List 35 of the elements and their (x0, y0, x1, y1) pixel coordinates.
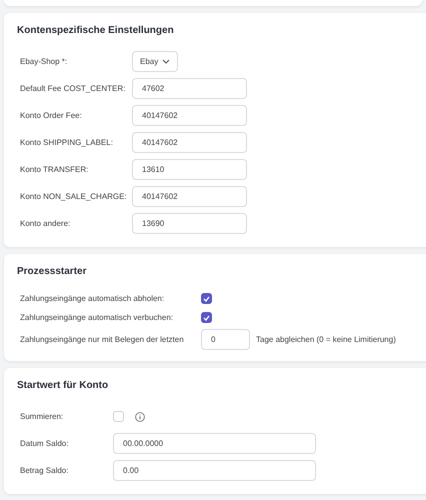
field-label: Zahlungseingänge automatisch verbuchen: (20, 313, 174, 322)
checkbox[interactable] (113, 411, 124, 422)
input-field[interactable]: 13690 (132, 213, 247, 234)
input-field[interactable]: 0 (201, 328, 250, 350)
dropdown-value: Ebay (140, 57, 158, 66)
check-icon (203, 296, 210, 302)
input-field[interactable]: 13610 (132, 159, 247, 180)
field-label: Datum Saldo: (20, 439, 70, 448)
field-label: Ebay-Shop *: (20, 57, 68, 66)
field-label: Default Fee COST_CENTER: (20, 84, 126, 93)
input-field[interactable]: 40147602 (132, 132, 247, 153)
section-title: Kontenspezifische Einstellungen (17, 25, 175, 36)
field-label: Konto NON_SALE_CHARGE: (20, 192, 128, 201)
checkbox[interactable] (201, 293, 212, 304)
section-title: Prozessstarter (17, 266, 88, 277)
check-icon (203, 314, 210, 320)
field-label: Konto Order Fee: (20, 111, 83, 120)
field-label: Konto andere: (20, 219, 72, 228)
info-icon[interactable] (135, 412, 145, 422)
shop-dropdown[interactable]: Ebay (132, 51, 178, 72)
input-field[interactable]: 40147602 (132, 186, 247, 207)
input-field[interactable]: 0.00 (113, 460, 316, 481)
input-field[interactable]: 47602 (132, 78, 247, 99)
caret-icon (162, 59, 170, 64)
checkbox[interactable] (201, 312, 212, 323)
field-suffix: Tage abgleichen (0 = keine Limitierung) (256, 334, 396, 344)
field-label: Zahlungseingänge nur mit Belegen der letzten (20, 334, 185, 344)
field-label: Summieren: (20, 412, 64, 421)
input-field[interactable]: 40147602 (132, 105, 247, 126)
field-label: Konto SHIPPING_LABEL: (20, 138, 114, 147)
section-title: Startwert für Konto (17, 380, 110, 391)
field-label: Zahlungseingänge automatisch abholen: (20, 294, 166, 303)
input-field[interactable]: 00.00.0000 (113, 433, 316, 454)
field-label: Konto TRANSFER: (20, 165, 90, 174)
field-label: Betrag Saldo: (20, 466, 70, 475)
